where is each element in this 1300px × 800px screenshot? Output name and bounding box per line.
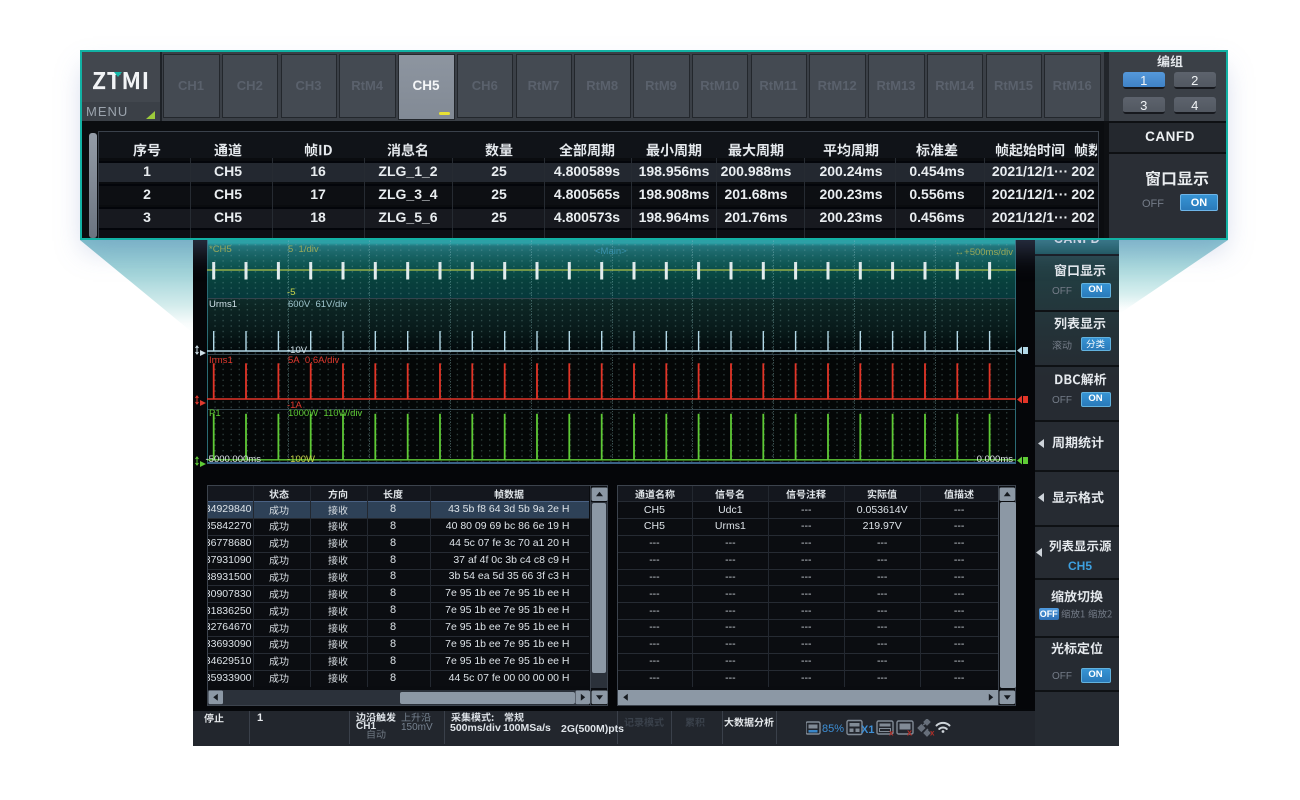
svg-text:x: x bbox=[907, 728, 912, 738]
svg-text:x: x bbox=[889, 729, 894, 738]
svg-text:x: x bbox=[930, 729, 935, 738]
